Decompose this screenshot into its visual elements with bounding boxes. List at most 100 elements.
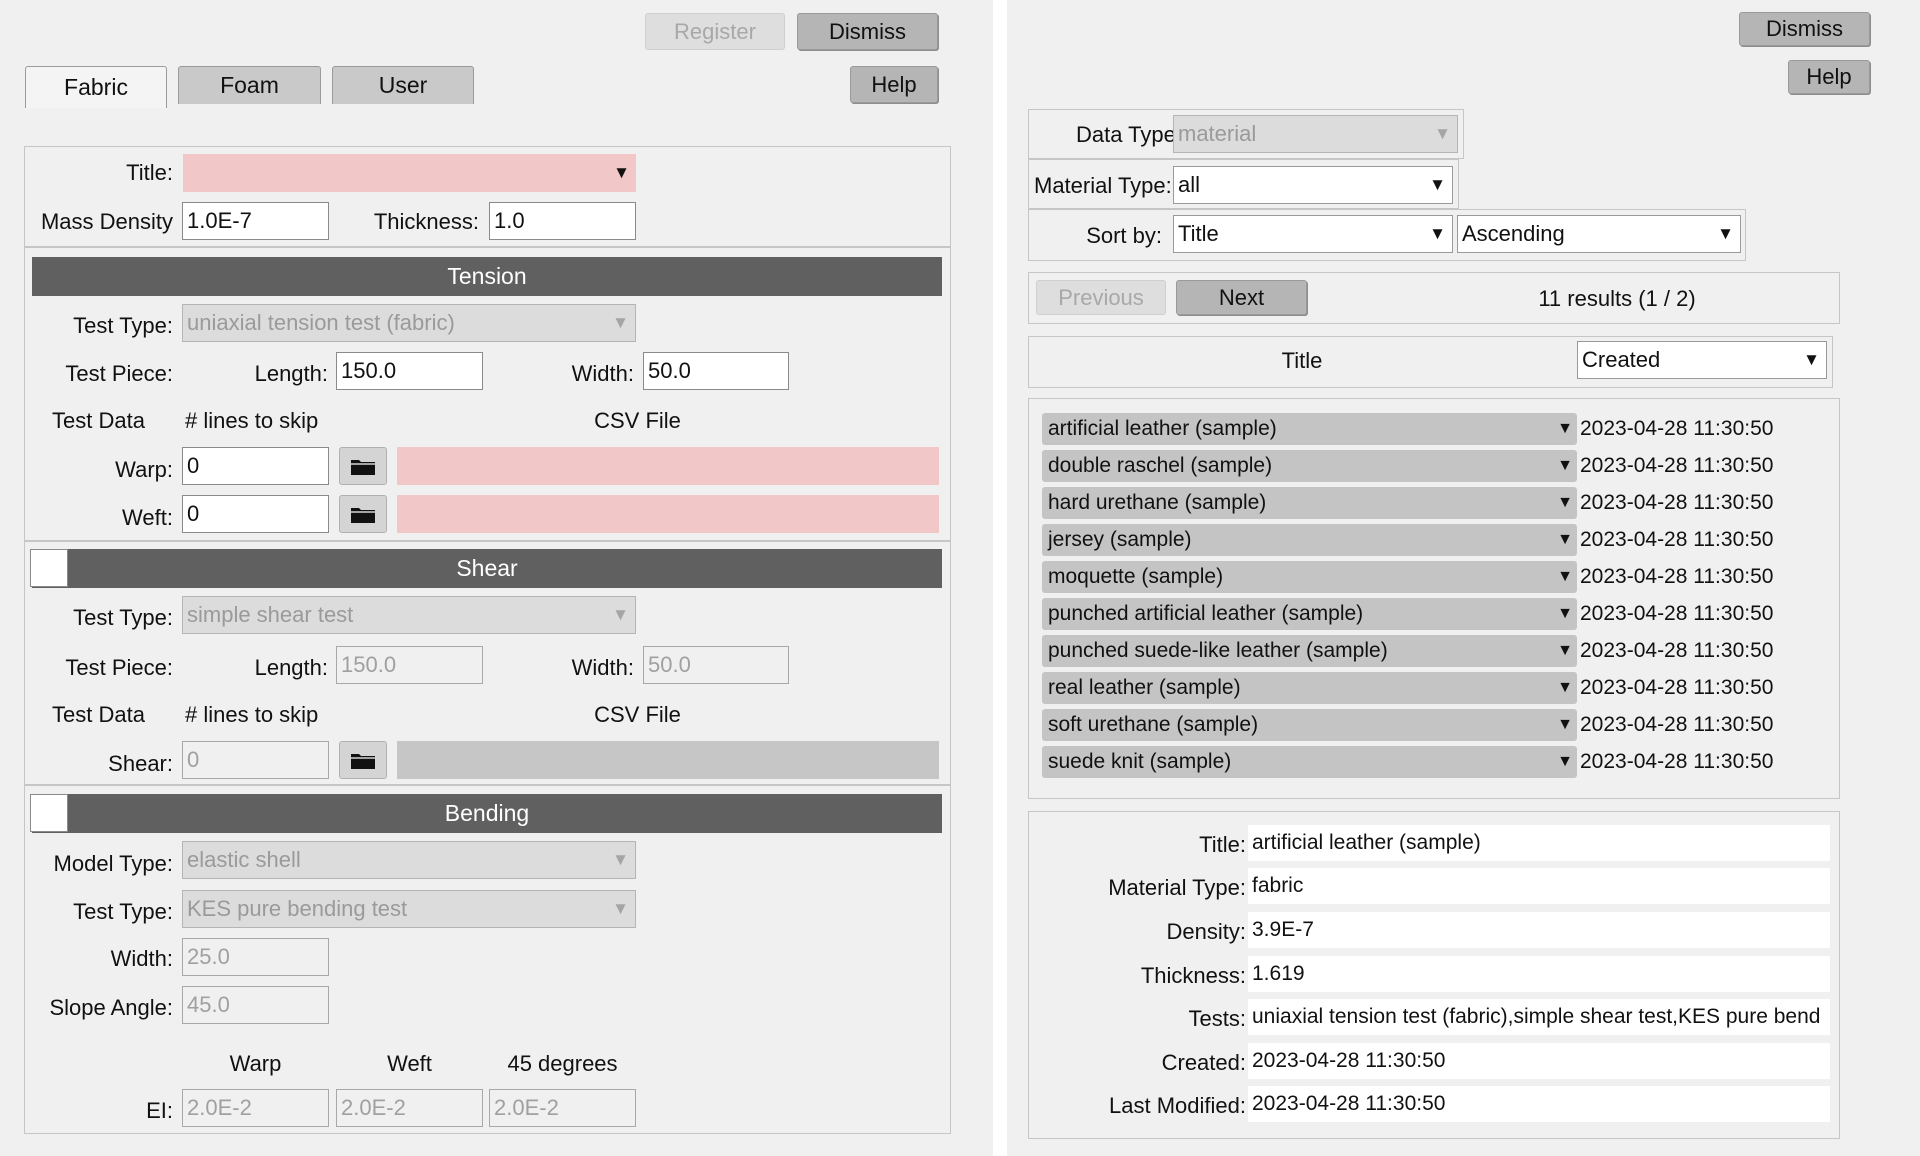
detail-density-label: Density:: [1166, 919, 1246, 944]
warp-skip-input[interactable]: 0: [182, 447, 329, 485]
list-item[interactable]: moquette (sample) ▼ 2023-04-28 11:30:50: [1042, 561, 1842, 598]
bending-enable-checkbox[interactable]: [30, 794, 68, 832]
shear-test-type-select[interactable]: simple shear test ▼: [182, 596, 636, 634]
tension-test-type-label: Test Type:: [73, 313, 173, 338]
bending-test-type-label: Test Type:: [73, 899, 173, 924]
weft-csv-path[interactable]: [397, 495, 939, 533]
row-title-text: suede knit (sample): [1048, 750, 1232, 773]
right-help-button[interactable]: Help: [1788, 60, 1870, 94]
ei-warp-input[interactable]: 2.0E-2: [182, 1089, 329, 1127]
row-title[interactable]: double raschel (sample) ▼: [1042, 450, 1577, 482]
row-date: 2023-04-28 11:30:50: [1580, 602, 1774, 625]
list-item[interactable]: double raschel (sample) ▼ 2023-04-28 11:3…: [1042, 450, 1842, 487]
dismiss-button[interactable]: Dismiss: [797, 13, 938, 50]
row-title-text: hard urethane (sample): [1048, 491, 1267, 514]
row-title[interactable]: artificial leather (sample) ▼: [1042, 413, 1577, 445]
previous-page-button[interactable]: Previous: [1036, 280, 1166, 315]
bending-test-type-select[interactable]: KES pure bending test ▼: [182, 890, 636, 928]
chevron-down-icon: ▼: [612, 899, 629, 918]
row-date: 2023-04-28 11:30:50: [1580, 750, 1774, 773]
bending-width-input[interactable]: 25.0: [182, 938, 329, 976]
mass-density-input[interactable]: 1.0E-7: [182, 202, 329, 240]
data-type-value: material: [1178, 121, 1257, 146]
shear-csv-path[interactable]: [397, 741, 939, 779]
row-title[interactable]: suede knit (sample) ▼: [1042, 746, 1577, 778]
slope-angle-label: Slope Angle:: [49, 995, 173, 1020]
row-title[interactable]: hard urethane (sample) ▼: [1042, 487, 1577, 519]
chevron-down-icon: ▼: [1557, 642, 1573, 659]
warp-csv-path[interactable]: [397, 447, 939, 485]
tension-test-piece-label: Test Piece:: [65, 361, 173, 386]
bending-test-type-value: KES pure bending test: [187, 896, 408, 921]
list-item[interactable]: soft urethane (sample) ▼ 2023-04-28 11:30…: [1042, 709, 1842, 746]
thickness-input[interactable]: 1.0: [489, 202, 636, 240]
chevron-down-icon: ▼: [1557, 716, 1573, 733]
help-button[interactable]: Help: [850, 66, 938, 103]
folder-icon: [351, 754, 375, 769]
list-item[interactable]: real leather (sample) ▼ 2023-04-28 11:30:…: [1042, 672, 1842, 709]
material-type-value: all: [1178, 172, 1201, 197]
row-title-text: soft urethane (sample): [1048, 713, 1259, 736]
ei-45-input[interactable]: 2.0E-2: [489, 1089, 636, 1127]
row-title[interactable]: punched artificial leather (sample) ▼: [1042, 598, 1577, 630]
weft-skip-input[interactable]: 0: [182, 495, 329, 533]
sort-by-label: Sort by:: [1086, 223, 1162, 248]
shear-length-input[interactable]: 150.0: [336, 646, 483, 684]
warp-browse-button[interactable]: [339, 447, 387, 485]
second-column-select[interactable]: Created ▼: [1577, 341, 1827, 379]
row-date: 2023-04-28 11:30:50: [1580, 454, 1774, 477]
detail-tests-value: uniaxial tension test (fabric),simple sh…: [1248, 999, 1830, 1035]
row-title[interactable]: jersey (sample) ▼: [1042, 524, 1577, 556]
list-item[interactable]: suede knit (sample) ▼ 2023-04-28 11:30:50: [1042, 746, 1842, 783]
sort-by-value: Title: [1178, 221, 1219, 246]
slope-angle-input[interactable]: 45.0: [182, 986, 329, 1024]
chevron-down-icon: ▼: [1429, 224, 1446, 243]
folder-icon: [351, 508, 375, 523]
detail-modified-value: 2023-04-28 11:30:50: [1248, 1086, 1830, 1122]
chevron-down-icon: ▼: [612, 313, 629, 332]
ei-weft-input[interactable]: 2.0E-2: [336, 1089, 483, 1127]
row-title-text: punched artificial leather (sample): [1048, 602, 1364, 625]
title-combo[interactable]: ▼: [183, 154, 636, 192]
row-title[interactable]: punched suede-like leather (sample) ▼: [1042, 635, 1577, 667]
tab-foam[interactable]: Foam: [178, 66, 321, 104]
tension-length-input[interactable]: 150.0: [336, 352, 483, 390]
shear-test-data-label: Test Data: [52, 702, 145, 727]
shear-browse-button[interactable]: [339, 741, 387, 779]
ei-45-header: 45 degrees: [507, 1051, 618, 1076]
weft-browse-button[interactable]: [339, 495, 387, 533]
register-button[interactable]: Register: [645, 13, 785, 50]
sort-by-select[interactable]: Title ▼: [1173, 215, 1453, 253]
row-title[interactable]: soft urethane (sample) ▼: [1042, 709, 1577, 741]
list-item[interactable]: jersey (sample) ▼ 2023-04-28 11:30:50: [1042, 524, 1842, 561]
detail-title-value: artificial leather (sample): [1248, 825, 1830, 861]
list-item[interactable]: punched artificial leather (sample) ▼ 202…: [1042, 598, 1842, 635]
material-type-select[interactable]: all ▼: [1173, 166, 1453, 204]
row-date: 2023-04-28 11:30:50: [1580, 417, 1774, 440]
shear-test-type-value: simple shear test: [187, 602, 354, 627]
tension-test-data-label: Test Data: [52, 408, 145, 433]
row-title[interactable]: moquette (sample) ▼: [1042, 561, 1577, 593]
shear-enable-checkbox[interactable]: [30, 549, 68, 587]
model-type-select[interactable]: elastic shell ▼: [182, 841, 636, 879]
shear-width-input[interactable]: 50.0: [643, 646, 789, 684]
row-title[interactable]: real leather (sample) ▼: [1042, 672, 1577, 704]
list-item[interactable]: artificial leather (sample) ▼ 2023-04-28 …: [1042, 413, 1842, 450]
right-dismiss-button[interactable]: Dismiss: [1739, 12, 1870, 46]
tension-test-type-select[interactable]: uniaxial tension test (fabric) ▼: [182, 304, 636, 342]
detail-thickness-value: 1.619: [1248, 956, 1830, 992]
data-type-select[interactable]: material ▼: [1173, 115, 1458, 153]
shear-skip-input[interactable]: 0: [182, 741, 329, 779]
list-item[interactable]: punched suede-like leather (sample) ▼ 202…: [1042, 635, 1842, 672]
list-item[interactable]: hard urethane (sample) ▼ 2023-04-28 11:30…: [1042, 487, 1842, 524]
title-column-header[interactable]: Title: [1177, 348, 1427, 374]
tab-fabric[interactable]: Fabric: [25, 66, 167, 108]
next-page-button[interactable]: Next: [1176, 280, 1307, 315]
tension-width-input[interactable]: 50.0: [643, 352, 789, 390]
shear-lines-to-skip-label: # lines to skip: [185, 702, 319, 727]
second-column-value: Created: [1582, 347, 1661, 372]
folder-icon: [351, 460, 375, 475]
detail-density-value: 3.9E-7: [1248, 912, 1830, 948]
tab-user[interactable]: User: [332, 66, 474, 104]
sort-order-select[interactable]: Ascending ▼: [1457, 215, 1741, 253]
